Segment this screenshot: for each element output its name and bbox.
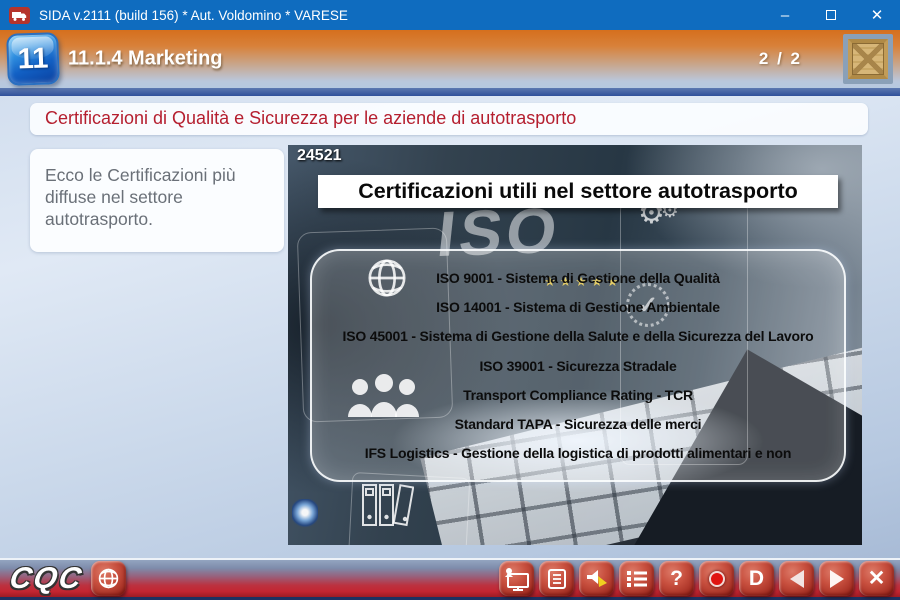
description-panel: Ecco le Certificazioni più diffuse nel s… [30, 149, 284, 252]
toolbar-buttons: ? D ✕ [499, 561, 894, 596]
previous-arrow-icon [790, 570, 804, 588]
topic-banner: Certificazioni di Qualità e Sicurezza pe… [30, 103, 868, 135]
crate-icon [843, 34, 893, 84]
slide-title: Certificazioni utili nel settore autotra… [318, 175, 838, 208]
lesson-content: Certificazioni di Qualità e Sicurezza pe… [0, 96, 900, 558]
next-button[interactable] [819, 561, 854, 596]
certification-item: IFS Logistics - Gestione della logistica… [365, 445, 791, 461]
question-icon: ? [670, 568, 683, 589]
record-button[interactable] [699, 561, 734, 596]
certification-item: ISO 9001 - Sistema di Gestione della Qua… [436, 270, 720, 286]
document-icon [546, 568, 568, 590]
window-title: SIDA v.2111 (build 156) * Aut. Voldomino… [39, 8, 762, 23]
previous-button[interactable] [779, 561, 814, 596]
maximize-icon [826, 10, 836, 20]
chapter-badge: 11 [6, 32, 60, 86]
globe-button[interactable] [91, 561, 126, 596]
certification-item: Transport Compliance Rating - TCR [463, 387, 693, 403]
page-indicator: 2 / 2 [759, 49, 802, 69]
text-page-button[interactable] [539, 561, 574, 596]
slide-code: 24521 [297, 147, 342, 165]
app-window: SIDA v.2111 (build 156) * Aut. Voldomino… [0, 0, 900, 600]
list-icon [626, 570, 648, 588]
close-window-button[interactable]: ✕ [854, 0, 900, 30]
audio-button[interactable] [579, 561, 614, 596]
titlebar: SIDA v.2111 (build 156) * Aut. Voldomino… [0, 0, 900, 30]
minimize-button[interactable]: – [762, 0, 808, 30]
cqc-logo: CQC [7, 564, 85, 594]
certification-item: ISO 45001 - Sistema di Gestione della Sa… [343, 328, 814, 344]
close-icon: ✕ [871, 6, 884, 24]
certification-item: Standard TAPA - Sicurezza delle merci [455, 416, 702, 432]
exit-button[interactable]: ✕ [859, 561, 894, 596]
bottom-toolbar: CQC [0, 558, 900, 600]
lesson-image: ISO ★★★★★ ⚙⚙ ✓ [288, 145, 862, 545]
index-list-button[interactable] [619, 561, 654, 596]
lesson-title: 11.1.4 Marketing [68, 48, 223, 71]
d-icon: D [749, 568, 764, 589]
header-divider [0, 88, 900, 96]
truck-app-icon [9, 7, 30, 24]
screen-share-button[interactable] [499, 561, 534, 596]
sida-logo-icon [292, 499, 318, 529]
globe-toolbar-icon [97, 567, 120, 590]
maximize-button[interactable] [808, 0, 854, 30]
minimize-icon: – [781, 7, 789, 24]
speaker-icon [585, 568, 609, 590]
help-button[interactable]: ? [659, 561, 694, 596]
record-icon [709, 571, 725, 587]
lesson-header: 11 11.1.4 Marketing 2 / 2 [0, 30, 900, 88]
next-arrow-icon [830, 570, 844, 588]
dictionary-button[interactable]: D [739, 561, 774, 596]
screen-person-icon [504, 567, 530, 591]
exit-x-icon: ✕ [868, 568, 886, 589]
binders-icon [360, 479, 414, 531]
certification-item: ISO 39001 - Sicurezza Stradale [479, 358, 676, 374]
certification-item: ISO 14001 - Sistema di Gestione Ambienta… [436, 299, 720, 315]
certification-list: ISO 9001 - Sistema di Gestione della Qua… [310, 249, 846, 482]
